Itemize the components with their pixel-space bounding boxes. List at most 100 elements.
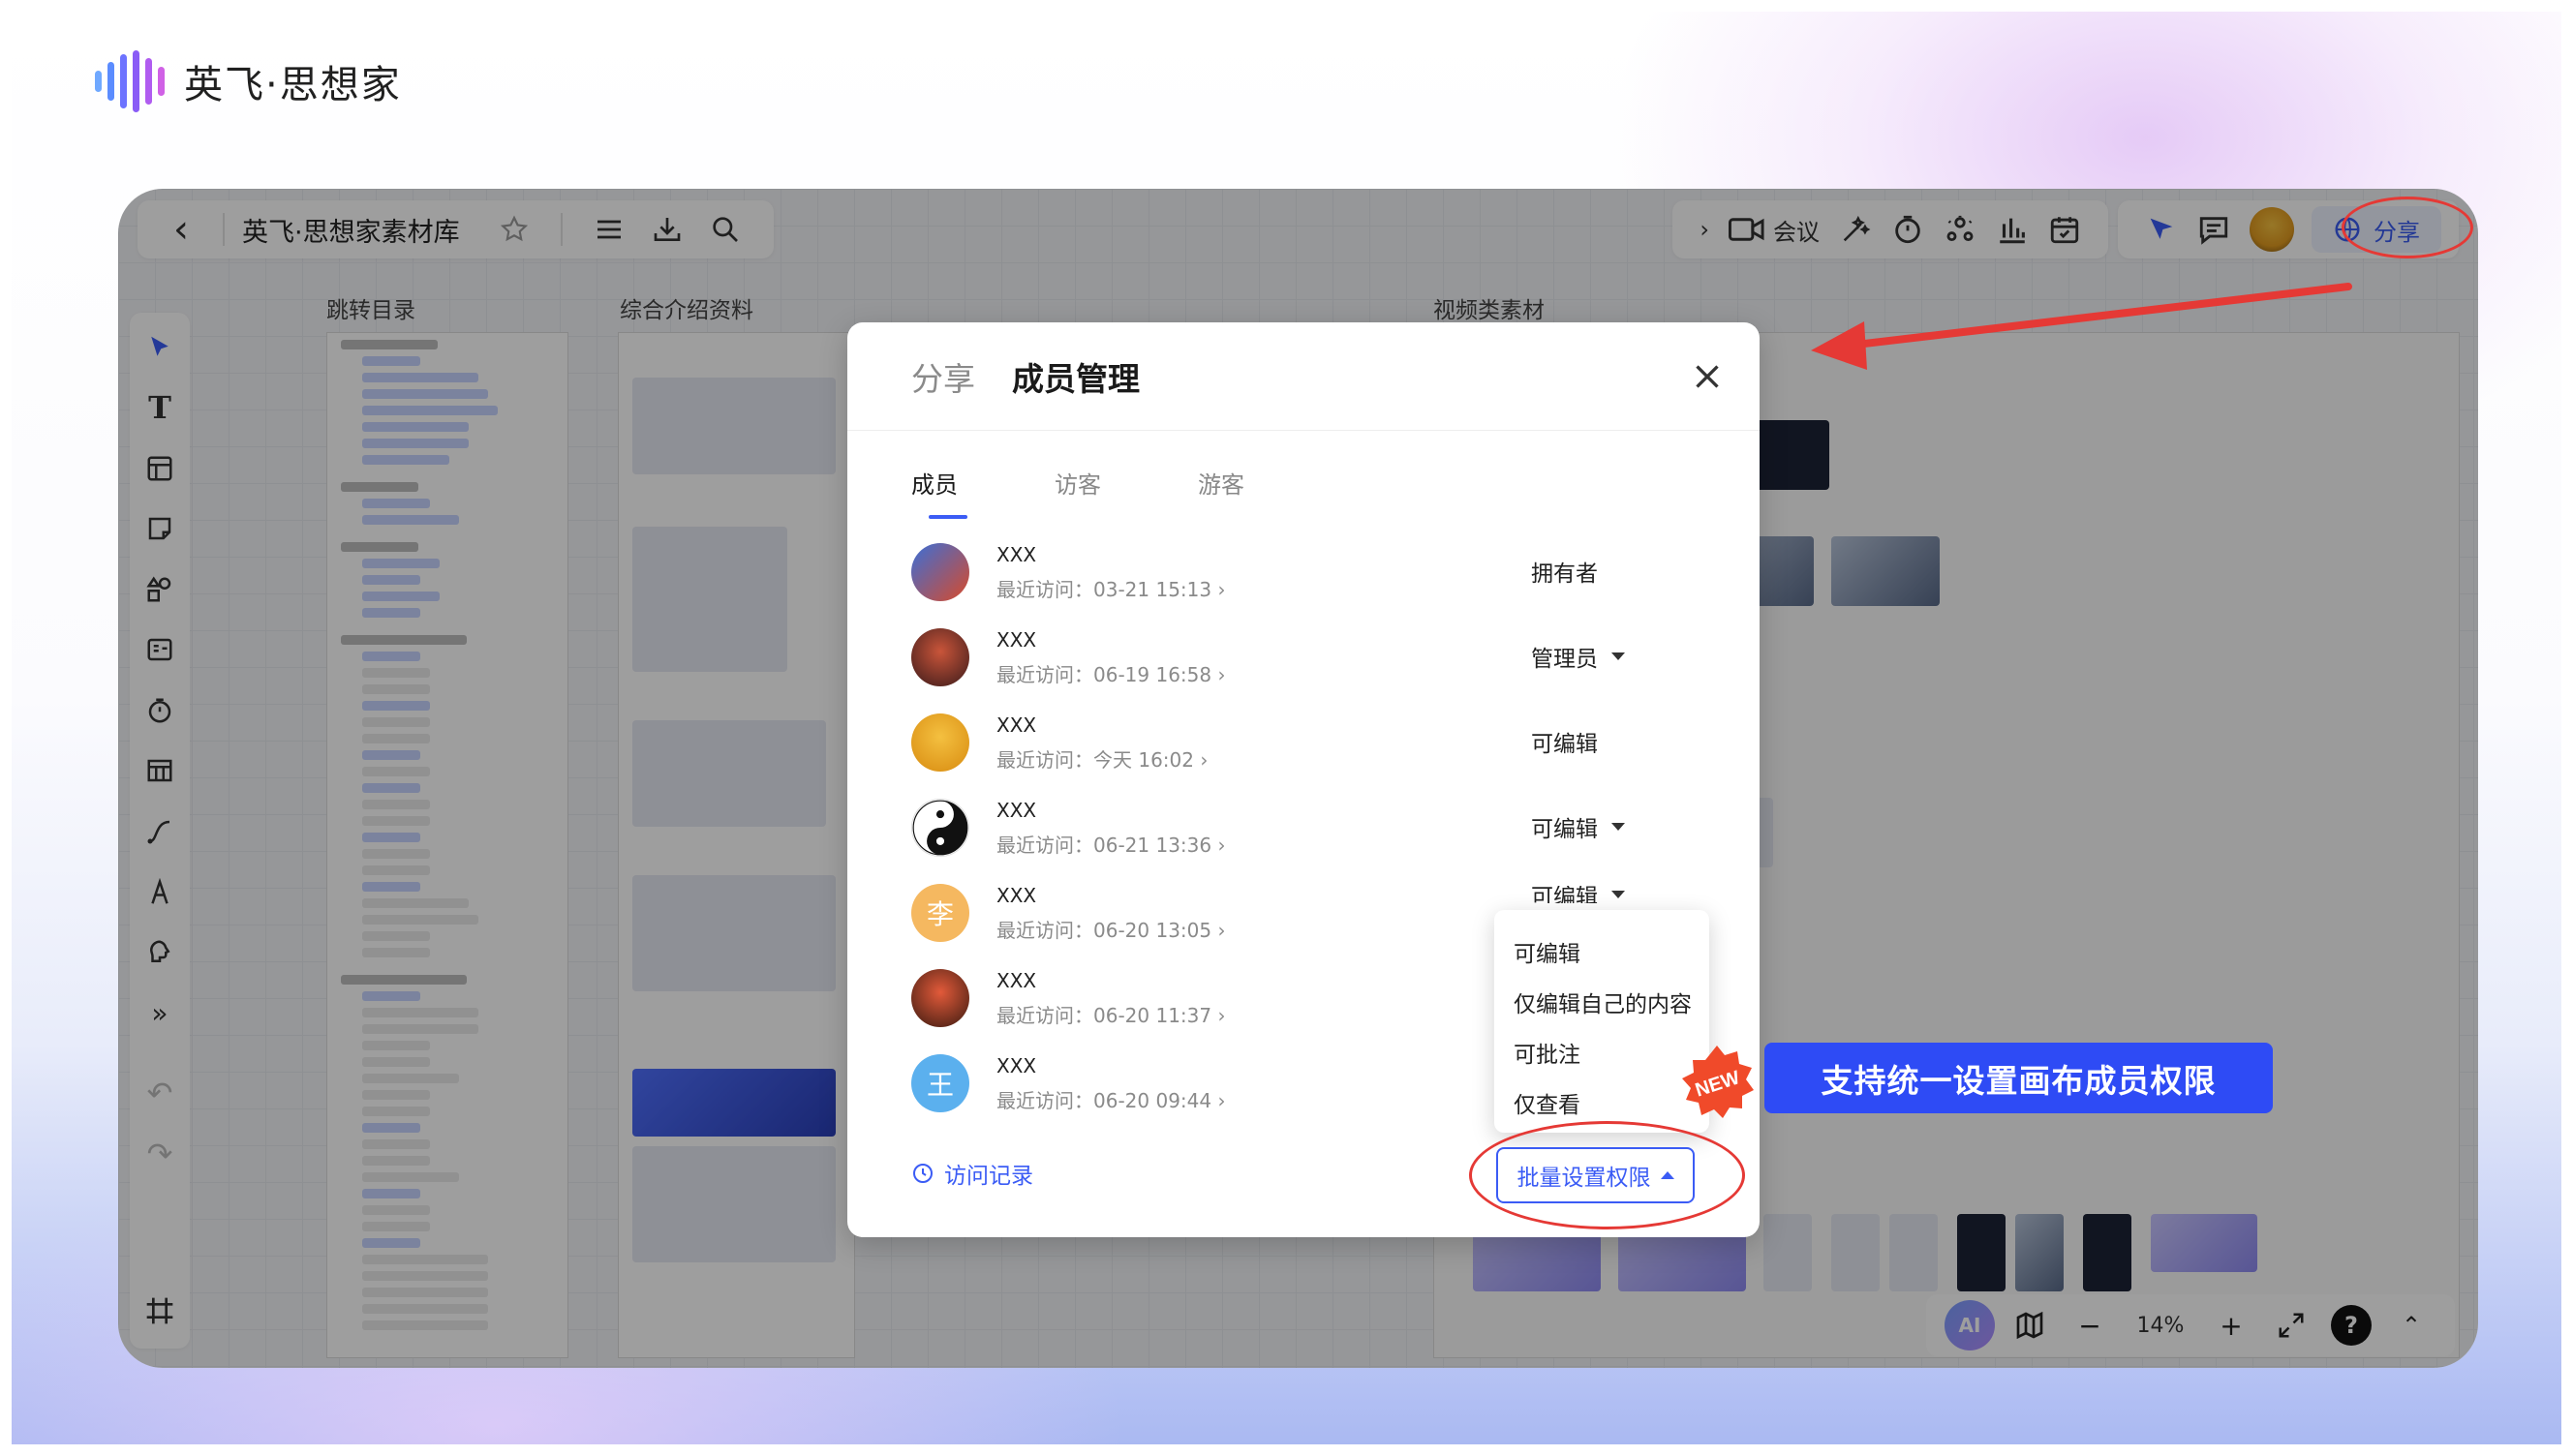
- timer-tool-icon[interactable]: [136, 687, 184, 734]
- avatar: [911, 969, 969, 1027]
- redo-icon[interactable]: ↷: [136, 1131, 184, 1177]
- member-name: XXX: [996, 1054, 1037, 1077]
- highlight-share-ellipse: [2342, 197, 2473, 258]
- video-camera-icon: [1729, 218, 1764, 241]
- role-dropdown[interactable]: 可编辑: [1531, 886, 1625, 903]
- option-can-comment[interactable]: 可批注: [1494, 1030, 1709, 1080]
- ai-brain-icon[interactable]: [136, 929, 184, 976]
- tab-guests[interactable]: 游客: [1198, 466, 1341, 500]
- select-cursor-icon[interactable]: [136, 324, 184, 371]
- avatar: 李: [911, 884, 969, 942]
- member-last-visit[interactable]: 最近访问：06-21 13:36 ›: [996, 830, 1225, 858]
- option-can-edit[interactable]: 可编辑: [1494, 929, 1709, 980]
- fullscreen-icon[interactable]: [2263, 1298, 2319, 1352]
- divider: [223, 213, 225, 246]
- avatar: 王: [911, 1054, 969, 1112]
- tab-visitors[interactable]: 访客: [1055, 466, 1198, 500]
- member-last-visit[interactable]: 最近访问：06-20 11:37 ›: [996, 1000, 1225, 1028]
- text-tool-icon[interactable]: T: [136, 385, 184, 432]
- highlight-ellipse: [1469, 1121, 1745, 1229]
- download-icon[interactable]: [646, 208, 689, 251]
- brand-logo: 英飞·思想家: [95, 50, 402, 112]
- visit-log-link[interactable]: 访问记录: [911, 1157, 1033, 1190]
- pen-icon[interactable]: [136, 869, 184, 916]
- column-title: 视频类素材: [1433, 298, 1545, 323]
- toolbar-left-group: ‹ 英飞·思想家素材库: [138, 200, 774, 258]
- zoom-level[interactable]: 14%: [2122, 1314, 2199, 1338]
- close-icon[interactable]: [1690, 359, 1725, 394]
- directory-document[interactable]: [326, 332, 568, 1358]
- ai-assistant-label: AI: [1945, 1300, 1995, 1350]
- member-last-visit[interactable]: 最近访问：06-20 09:44 ›: [996, 1085, 1225, 1113]
- template-icon[interactable]: [136, 445, 184, 492]
- more-tools-icon[interactable]: »: [136, 990, 184, 1037]
- avatar: [911, 713, 969, 772]
- zoom-out-icon[interactable]: −: [2062, 1298, 2118, 1352]
- option-edit-own-only[interactable]: 仅编辑自己的内容: [1494, 980, 1709, 1030]
- member-name: XXX: [996, 628, 1037, 652]
- star-icon[interactable]: [493, 208, 536, 251]
- annotation-arrow: [1811, 283, 2352, 370]
- role-label: 管理员: [1531, 647, 1598, 672]
- meeting-button[interactable]: 会议: [1729, 213, 1820, 247]
- top-toolbar: ‹ 英飞·思想家素材库 › 会议 分享: [118, 189, 2478, 274]
- member-role: 拥有者: [1531, 555, 1598, 588]
- member-last-visit[interactable]: 最近访问：06-19 16:58 ›: [996, 659, 1225, 687]
- caret-down-icon: [1611, 823, 1625, 831]
- search-icon[interactable]: [704, 208, 747, 251]
- role-label: 可编辑: [1531, 886, 1598, 903]
- member-row: XXX 最近访问：今天 16:02 › 可编辑: [911, 713, 1686, 781]
- magic-wand-icon[interactable]: [1839, 213, 1872, 246]
- bar-chart-icon[interactable]: [1996, 213, 2029, 246]
- mindmap-icon[interactable]: [136, 627, 184, 674]
- board-title[interactable]: 英飞·思想家素材库: [242, 211, 460, 249]
- member-last-visit[interactable]: 最近访问：06-20 13:05 ›: [996, 915, 1225, 943]
- permission-dropdown-menu: 可编辑 仅编辑自己的内容 可批注 仅查看: [1494, 910, 1709, 1133]
- member-name: XXX: [996, 713, 1037, 737]
- collapse-chevron-icon[interactable]: ›: [1700, 216, 1709, 243]
- feature-banner: 支持统一设置画布成员权限: [1764, 1043, 2273, 1113]
- tab-members[interactable]: 成员: [911, 466, 1055, 519]
- collab-tools: › 会议: [1672, 200, 2108, 258]
- team-icon[interactable]: [1944, 213, 1976, 246]
- menu-icon[interactable]: [588, 208, 630, 251]
- back-icon[interactable]: ‹: [157, 207, 205, 252]
- table-icon[interactable]: [136, 748, 184, 795]
- user-avatar[interactable]: [2250, 207, 2294, 252]
- tab-member-management[interactable]: 成员管理: [1012, 353, 1140, 400]
- zoom-in-icon[interactable]: +: [2203, 1298, 2259, 1352]
- clock-icon: [913, 1164, 933, 1183]
- role-label: 可编辑: [1531, 817, 1598, 842]
- timer-icon[interactable]: [1891, 213, 1924, 246]
- member-last-visit[interactable]: 最近访问：03-21 15:13 ›: [996, 574, 1225, 602]
- map-icon[interactable]: [2002, 1298, 2058, 1352]
- meeting-label: 会议: [1773, 218, 1820, 246]
- column-title: 跳转目录: [326, 298, 415, 323]
- ai-assistant-button[interactable]: AI: [1942, 1298, 1998, 1352]
- comment-icon[interactable]: [2197, 213, 2230, 246]
- member-type-tabs: 成员 访客 游客: [911, 466, 1341, 519]
- cursor-follow-icon[interactable]: [2145, 213, 2178, 246]
- avatar: [911, 543, 969, 601]
- undo-icon[interactable]: ↶: [136, 1070, 184, 1116]
- help-icon: ?: [2331, 1305, 2372, 1346]
- member-name: XXX: [996, 969, 1037, 992]
- shapes-icon[interactable]: [136, 566, 184, 613]
- column-title: 综合介绍资料: [620, 298, 753, 323]
- brand-waveform-icon: [95, 50, 165, 112]
- calendar-check-icon[interactable]: [2048, 213, 2081, 246]
- caret-down-icon: [1611, 891, 1625, 898]
- connector-icon[interactable]: [136, 808, 184, 855]
- frame-icon[interactable]: [136, 1288, 184, 1334]
- member-role: 可编辑: [1531, 725, 1598, 758]
- tab-share[interactable]: 分享: [911, 353, 975, 400]
- sticky-note-icon[interactable]: [136, 506, 184, 553]
- visit-log-label: 访问记录: [944, 1164, 1033, 1189]
- new-badge: NEW: [1682, 1046, 1754, 1118]
- collapse-up-icon[interactable]: ⌃: [2383, 1298, 2439, 1352]
- role-dropdown[interactable]: 可编辑: [1531, 810, 1625, 843]
- help-button[interactable]: ?: [2323, 1298, 2379, 1352]
- intro-materials-panel[interactable]: [618, 332, 855, 1358]
- role-dropdown[interactable]: 管理员: [1531, 640, 1625, 673]
- member-last-visit[interactable]: 最近访问：今天 16:02 ›: [996, 744, 1208, 773]
